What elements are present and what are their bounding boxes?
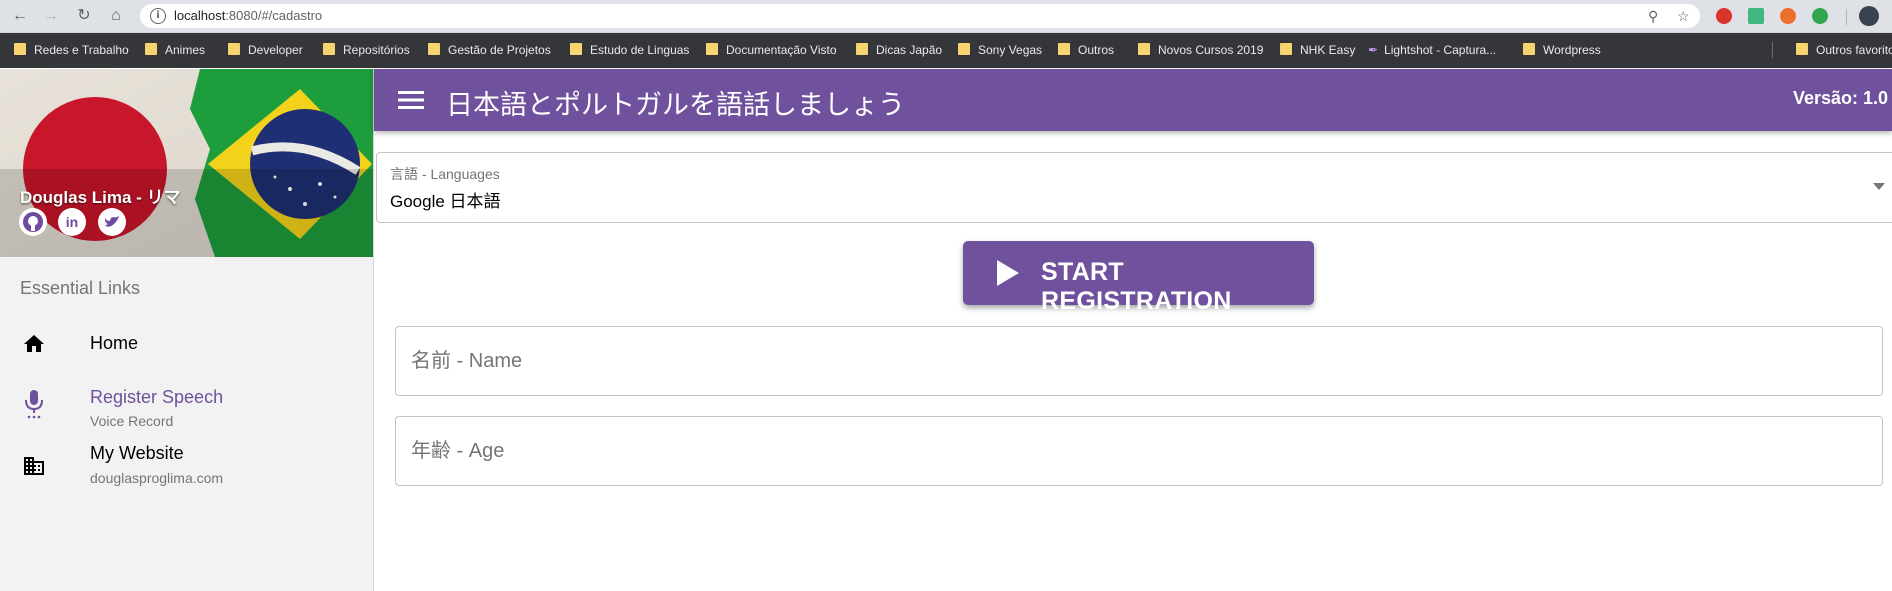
name-field-wrapper — [395, 326, 1883, 396]
twitter-icon[interactable] — [98, 208, 126, 236]
sidebar-item-register-speech[interactable]: Register Speech Voice Record — [0, 374, 373, 434]
star-icon[interactable]: ☆ — [1677, 8, 1690, 25]
home-icon — [24, 335, 44, 352]
bookmark-item[interactable]: ✒ Lightshot - Captura... — [1368, 43, 1496, 59]
bookmarks-bar: Redes e Trabalho Animes Developer Reposi… — [0, 33, 1892, 68]
folder-icon — [856, 43, 868, 55]
bookmark-item[interactable]: NHK Easy — [1280, 43, 1355, 59]
extension-green-icon[interactable] — [1812, 8, 1828, 24]
name-field[interactable] — [396, 327, 1882, 395]
folder-icon — [1058, 43, 1070, 55]
extension-red-icon[interactable] — [1716, 8, 1732, 24]
bookmark-item[interactable]: Novos Cursos 2019 — [1138, 43, 1263, 59]
address-bar[interactable]: i localhost:8080/#/cadastro ⚲ ☆ — [140, 4, 1700, 28]
profile-avatar[interactable] — [1859, 6, 1879, 26]
chevron-down-icon[interactable] — [1873, 183, 1885, 190]
app-header: 日本語とポルトガルを語話しましょう Versão: 1.0 — [374, 69, 1892, 131]
bookmark-item[interactable]: Redes e Trabalho — [14, 43, 129, 59]
bookmark-item[interactable]: Animes — [145, 43, 205, 59]
age-field-wrapper — [395, 416, 1883, 486]
sidebar-item-label: Home — [90, 333, 139, 353]
bookmark-item[interactable]: Developer — [228, 43, 303, 59]
user-name: Douglas Lima - リマ — [20, 188, 181, 207]
bookmark-item[interactable]: Dicas Japão — [856, 43, 942, 59]
folder-icon — [428, 43, 440, 55]
section-title: Essential Links — [20, 278, 141, 298]
bookmark-item[interactable]: Sony Vegas — [958, 43, 1042, 59]
page-title: 日本語とポルトガルを語話しましょう — [446, 90, 905, 120]
folder-icon — [706, 43, 718, 55]
vue-devtools-icon[interactable] — [1748, 8, 1764, 24]
browser-toolbar: ← → ↻ ⌂ i localhost:8080/#/cadastro ⚲ ☆ — [0, 0, 1892, 33]
url-text: localhost:8080/#/cadastro — [174, 8, 323, 23]
folder-icon — [1796, 43, 1808, 55]
folder-icon — [1280, 43, 1292, 55]
folder-icon — [228, 43, 240, 55]
sidebar-item-home[interactable]: Home — [0, 314, 373, 374]
home-browser-icon[interactable]: ⌂ — [106, 6, 126, 26]
extension-orange-icon[interactable] — [1780, 8, 1796, 24]
menu-icon[interactable] — [398, 89, 424, 111]
language-select-value: Google 日本語 — [390, 192, 501, 211]
forward-icon[interactable]: → — [41, 6, 61, 26]
zoom-icon[interactable]: ⚲ — [1648, 8, 1658, 25]
back-icon[interactable]: ← — [10, 6, 30, 26]
sidebar-item-label: Register Speech — [90, 387, 224, 407]
folder-icon — [145, 43, 157, 55]
play-icon — [997, 260, 1019, 286]
folder-icon — [958, 43, 970, 55]
reload-icon[interactable]: ↻ — [74, 6, 94, 26]
folder-icon — [570, 43, 582, 55]
folder-icon — [14, 43, 26, 55]
sidebar-item-caption: douglasproglima.com — [90, 470, 224, 486]
sidebar-item-my-website[interactable]: My Website douglasproglima.com — [0, 434, 373, 494]
start-registration-label: START REGISTRATION — [1041, 258, 1232, 315]
bookmarks-divider — [1772, 42, 1773, 58]
folder-icon — [1138, 43, 1150, 55]
drawer-header-image: Douglas Lima - リマ in — [0, 69, 373, 257]
other-bookmarks[interactable]: Outros favoritos — [1796, 43, 1892, 59]
language-select-label: 言語 - Languages — [390, 166, 500, 182]
info-icon[interactable]: i — [150, 8, 166, 24]
microphone-icon — [25, 390, 43, 419]
feather-icon: ✒ — [1368, 43, 1379, 57]
bookmark-item[interactable]: Gestão de Projetos — [428, 43, 551, 59]
bookmark-item[interactable]: Documentação Visto — [706, 43, 837, 59]
building-icon — [24, 457, 44, 475]
language-select[interactable]: 言語 - Languages Google 日本語 — [376, 152, 1892, 223]
sidebar-item-label: My Website — [90, 443, 184, 463]
age-field[interactable] — [396, 417, 1882, 485]
github-icon[interactable] — [19, 208, 47, 236]
bookmark-item[interactable]: Repositórios — [323, 43, 410, 59]
toolbar-divider — [1846, 9, 1847, 25]
start-registration-button[interactable]: START REGISTRATION — [963, 241, 1314, 315]
flags-image — [0, 69, 373, 257]
sidebar-item-caption: Voice Record — [90, 413, 174, 429]
bookmark-item[interactable]: Wordpress — [1523, 43, 1601, 59]
bookmark-item[interactable]: Estudo de Linguas — [570, 43, 689, 59]
version-label: Versão: 1.0 — [1792, 88, 1888, 108]
navigation-drawer: Douglas Lima - リマ in Essential Links Hom… — [0, 69, 374, 591]
folder-icon — [323, 43, 335, 55]
linkedin-icon[interactable]: in — [58, 208, 86, 236]
folder-icon — [1523, 43, 1535, 55]
bookmark-item[interactable]: Outros — [1058, 43, 1114, 59]
